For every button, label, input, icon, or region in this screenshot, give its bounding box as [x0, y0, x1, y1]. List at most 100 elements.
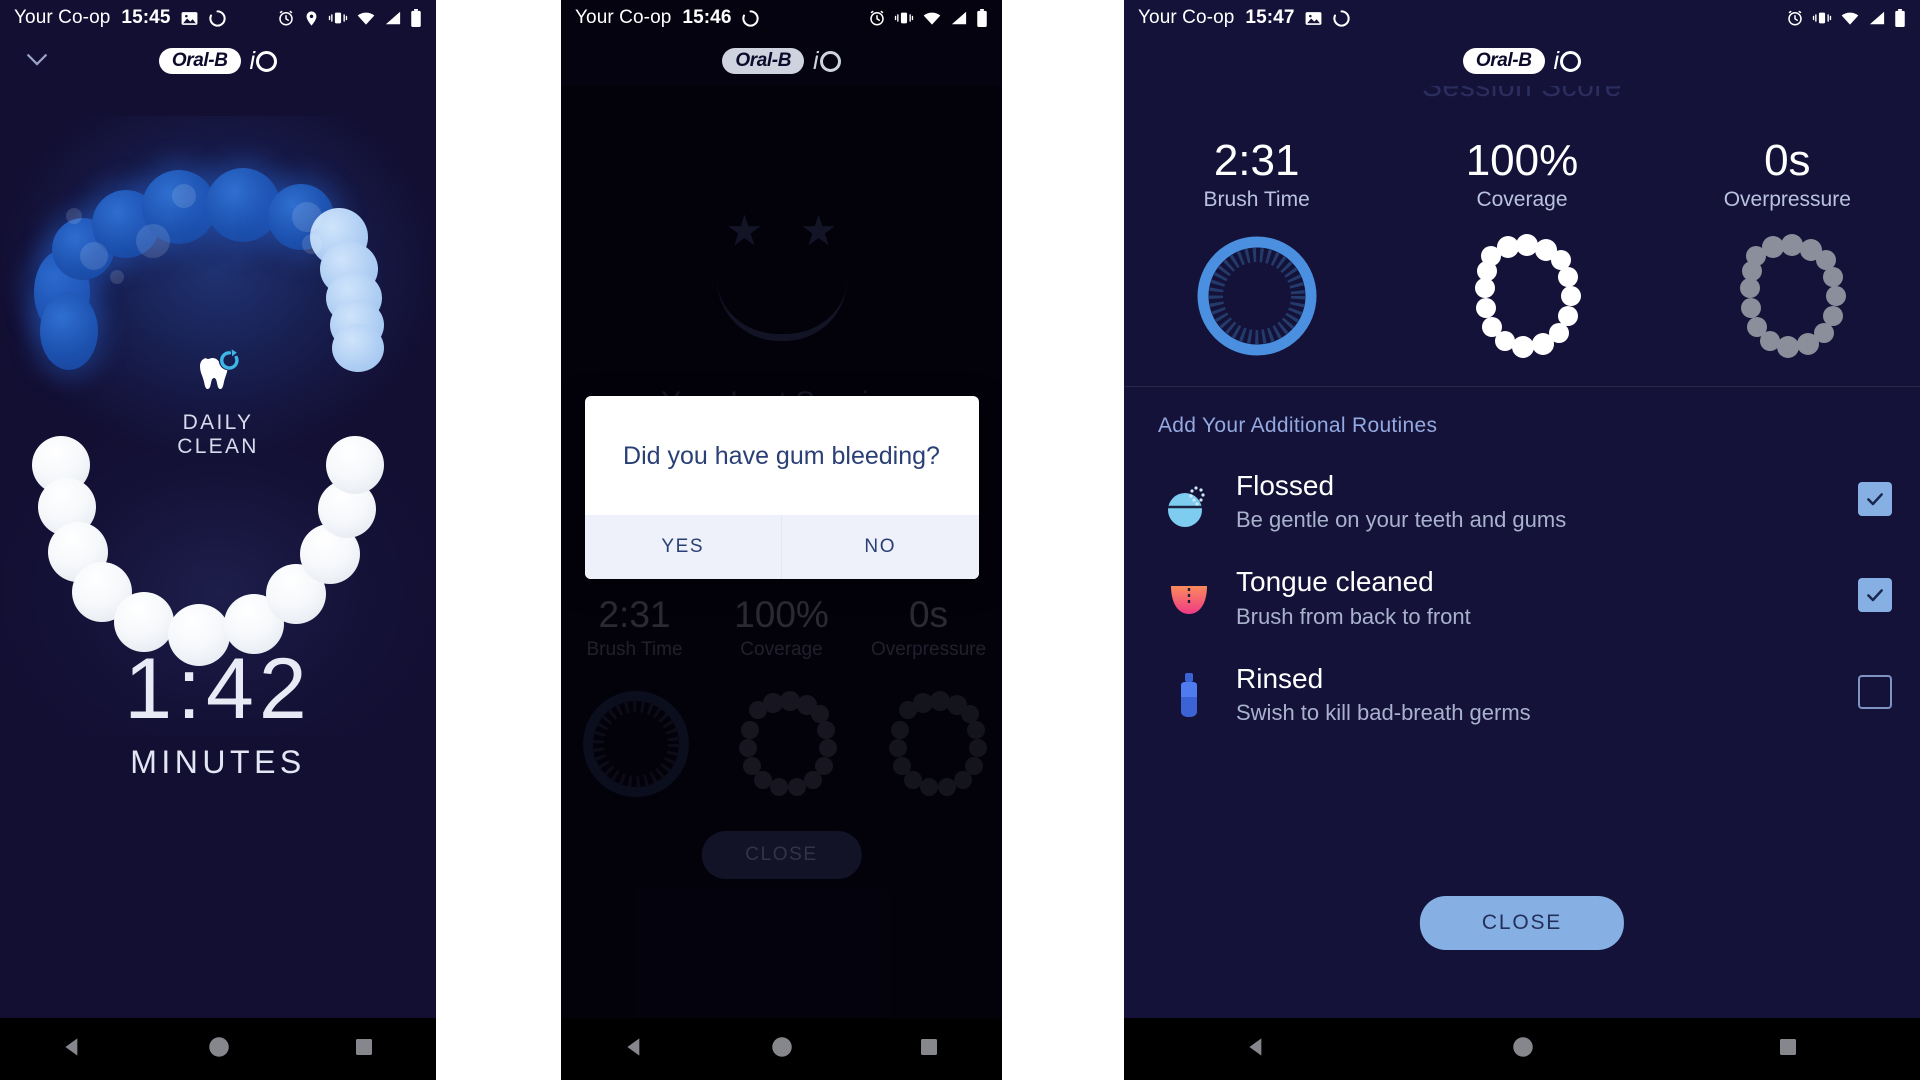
back-triangle-icon[interactable]	[622, 1034, 648, 1065]
metric-coverage: 100% Coverage	[1407, 137, 1637, 212]
routine-subtitle: Be gentle on your teeth and gums	[1236, 507, 1567, 533]
routine-title: Tongue cleaned	[1236, 566, 1434, 598]
oralb-logo: Oral-B	[158, 48, 241, 74]
recents-square-icon[interactable]	[917, 1035, 941, 1064]
clock-label: 15:47	[1245, 7, 1295, 28]
signal-icon	[1868, 10, 1886, 26]
dialog-no-button[interactable]: NO	[781, 515, 979, 579]
phone-panel-routines: Your Co-op 15:47 Oral-B i Session Score	[1124, 0, 1920, 1080]
android-navbar-panel1	[0, 1018, 436, 1080]
carrier-label: Your Co-op	[1138, 7, 1235, 28]
brush-time-ring-graphic	[1142, 234, 1372, 364]
metric-label: Coverage	[1476, 188, 1568, 212]
home-circle-icon[interactable]	[769, 1034, 795, 1065]
status-right	[277, 8, 422, 28]
routine-checkbox-rinsed[interactable]	[1858, 674, 1892, 709]
routine-subtitle: Swish to kill bad-breath germs	[1236, 699, 1531, 725]
routine-text-rinsed: Rinsed Swish to kill bad-breath germs	[1220, 663, 1858, 727]
overpressure-teeth-graphic	[1672, 234, 1902, 364]
metric-label: Overpressure	[1723, 188, 1851, 212]
tongue-icon	[1158, 566, 1220, 628]
vibrate-icon	[328, 10, 348, 26]
routine-title: Flossed	[1236, 470, 1335, 501]
mode-line-1: DAILY	[182, 411, 254, 434]
io-ring-icon	[256, 50, 278, 72]
metric-value: 0s	[1764, 136, 1811, 185]
tooth-refresh-icon	[191, 344, 245, 398]
chevron-down-icon[interactable]	[22, 44, 52, 74]
home-circle-icon[interactable]	[1510, 1034, 1536, 1065]
brushing-mode-block: DAILY CLEAN	[0, 344, 436, 460]
phone-panel-brushing: Your Co-op 15:45 Oral-B i DAILY CLEAN 1:…	[0, 0, 436, 1080]
brand-header-panel2: Oral-B i	[561, 36, 1002, 86]
status-bar-panel2: Your Co-op 15:46	[561, 0, 1002, 36]
status-left-2: Your Co-op 15:46	[575, 7, 760, 29]
coverage-teeth-graphic	[1407, 234, 1637, 364]
brushing-screen-body: DAILY CLEAN 1:42 MINUTES	[0, 86, 436, 1080]
mouthwash-bottle-icon	[1158, 663, 1220, 725]
alarm-icon	[277, 9, 295, 27]
image-icon	[1304, 9, 1323, 28]
brushing-mode-label: DAILY CLEAN	[0, 411, 436, 460]
status-bar-panel1: Your Co-op 15:45	[0, 0, 436, 36]
status-bar-panel3: Your Co-op 15:47	[1124, 0, 1920, 36]
sync-icon	[741, 9, 760, 28]
battery-icon	[976, 8, 988, 28]
routine-title: Rinsed	[1236, 662, 1324, 694]
back-triangle-icon[interactable]	[60, 1034, 86, 1065]
modal-overlay[interactable]	[561, 86, 1002, 1080]
metric-overpressure: 0s Overpressure	[1672, 136, 1902, 212]
routine-checkbox-flossed[interactable]	[1858, 482, 1892, 516]
status-right-3	[1786, 8, 1906, 28]
floss-container-icon	[1158, 470, 1220, 532]
wifi-icon	[356, 10, 376, 26]
dialog-yes-button[interactable]: YES	[584, 515, 781, 579]
sync-icon	[1332, 9, 1351, 28]
session-score-ghost-title: Session Score	[1422, 86, 1622, 103]
routine-item-tongue-cleaned[interactable]: Tongue cleaned Brush from back to front	[1124, 550, 1920, 646]
brand-header-panel3: Oral-B i	[1124, 36, 1920, 86]
io-logo: i	[250, 47, 278, 76]
back-triangle-icon[interactable]	[1244, 1034, 1270, 1065]
recents-square-icon[interactable]	[352, 1035, 376, 1064]
routines-section-title: Add Your Additional Routines	[1158, 414, 1438, 437]
summary-screen-body-dimmed: ★ ★ Your Last Session 2:31 Brush Time 10…	[561, 86, 1002, 1080]
metrics-row-panel3: 2:31 Brush Time 100% Coverage 0s Overpre…	[1124, 136, 1920, 212]
recents-square-icon[interactable]	[1776, 1035, 1800, 1064]
routine-subtitle: Brush from back to front	[1236, 603, 1471, 629]
vibrate-icon	[894, 10, 914, 26]
routines-screen-body: Session Score 2:31 Brush Time 100% Cover…	[1124, 86, 1920, 1080]
io-logo: i	[813, 47, 841, 76]
oralb-logo: Oral-B	[722, 48, 805, 74]
spacer-1	[436, 0, 561, 1080]
battery-icon	[1894, 8, 1906, 28]
vibrate-icon	[1812, 10, 1832, 26]
timer-unit: MINUTES	[130, 744, 306, 780]
mode-line-2: CLEAN	[177, 435, 259, 459]
dialog-question: Did you have gum bleeding?	[623, 442, 940, 470]
home-circle-icon[interactable]	[206, 1034, 232, 1065]
metric-brush-time: 2:31 Brush Time	[1142, 136, 1372, 212]
routine-text-tongue: Tongue cleaned Brush from back to front	[1220, 566, 1858, 630]
alarm-icon	[1786, 9, 1804, 27]
metric-label: Brush Time	[1203, 188, 1310, 212]
routine-text-flossed: Flossed Be gentle on your teeth and gums	[1220, 470, 1858, 534]
routine-item-flossed[interactable]: Flossed Be gentle on your teeth and gums	[1124, 454, 1920, 550]
battery-icon	[410, 8, 422, 28]
io-ring-icon	[1560, 50, 1582, 72]
section-divider	[1124, 386, 1920, 387]
brand-header-panel1: Oral-B i	[0, 36, 436, 86]
close-button-panel3[interactable]: CLOSE	[1419, 896, 1625, 950]
clock-label: 15:45	[121, 7, 171, 28]
metric-value: 2:31	[1213, 136, 1300, 185]
location-icon	[303, 10, 320, 27]
signal-icon	[384, 10, 402, 26]
routine-item-rinsed[interactable]: Rinsed Swish to kill bad-breath germs	[1124, 647, 1920, 743]
oralb-logo: Oral-B	[1462, 48, 1545, 74]
io-ring-icon	[819, 50, 841, 72]
status-left: Your Co-op 15:45	[14, 7, 227, 29]
dialog-actions: YES NO	[584, 515, 979, 579]
image-icon	[180, 9, 199, 28]
metric-graphics-row-panel3	[1124, 234, 1920, 364]
routine-checkbox-tongue[interactable]	[1858, 578, 1892, 613]
